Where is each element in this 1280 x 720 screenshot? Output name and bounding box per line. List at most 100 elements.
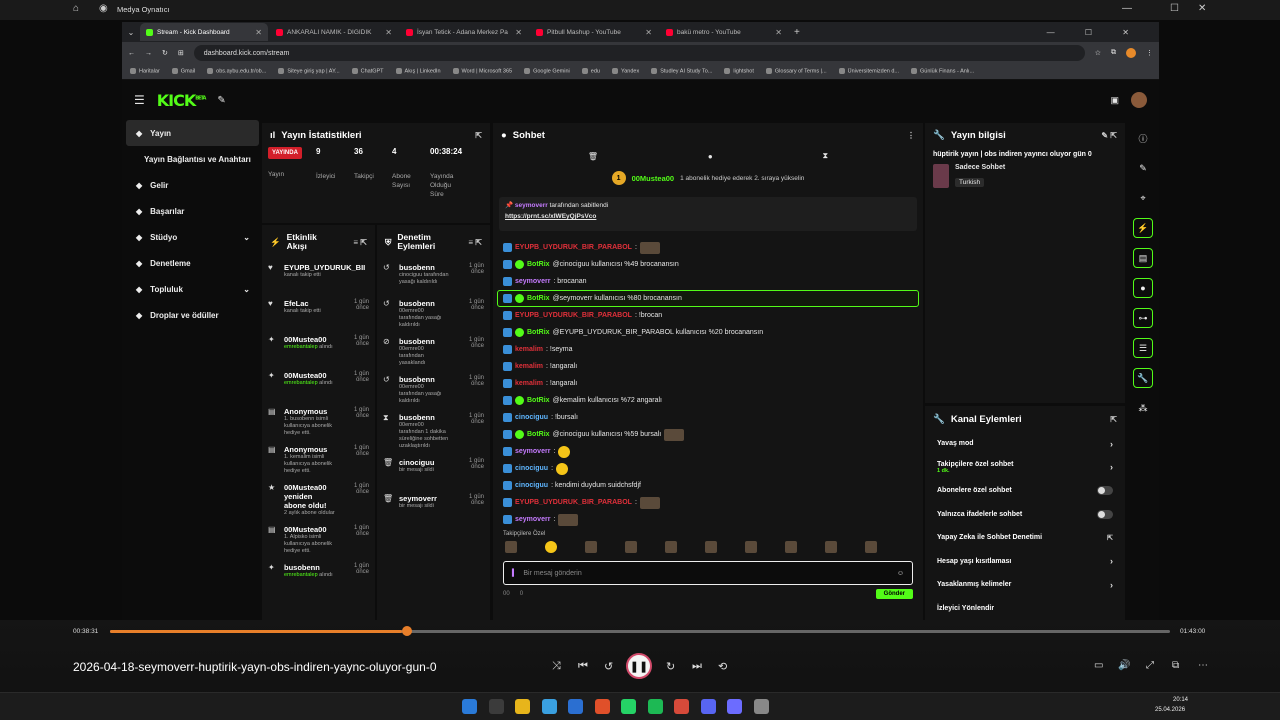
browser-tab[interactable]: bakü metro - YouTube ✕ <box>660 23 788 41</box>
sidebar-item[interactable]: ◆ Yayın <box>126 120 259 146</box>
bookmark-item[interactable]: Word | Microsoft 365 <box>453 68 513 75</box>
menu-icon[interactable]: ⋮ <box>1146 49 1153 57</box>
back-icon[interactable]: ← <box>128 50 135 57</box>
bookmark-item[interactable]: obs.aybu.edu.tr/ob... <box>207 68 266 75</box>
chat-username[interactable]: seymoverr <box>515 278 550 285</box>
bookmark-item[interactable]: edu <box>582 68 600 75</box>
tools-icon[interactable]: ✎ <box>217 95 225 106</box>
chat-username[interactable]: kemalim <box>515 346 543 353</box>
chat-message[interactable]: seymoverr: brocanan <box>493 273 923 290</box>
trash-icon[interactable]: 🗑 <box>588 152 598 161</box>
taskbar-app-icon[interactable] <box>674 699 689 714</box>
hourglass-icon[interactable]: ⧗ <box>822 151 828 161</box>
browser-tab[interactable]: İsyan Tetick - Adana Merkez Pa ✕ <box>400 23 528 41</box>
toggle-switch[interactable] <box>1097 486 1113 496</box>
seek-bar[interactable] <box>110 626 1170 636</box>
next-icon[interactable]: ⏭ <box>692 660 702 673</box>
url-field[interactable]: dashboard.kick.com/stream <box>193 45 1085 61</box>
moderation-user[interactable]: seymoverr <box>399 494 450 503</box>
captions-icon[interactable]: ▭ <box>1094 660 1103 671</box>
activity-user[interactable]: emrebantalep <box>284 572 318 578</box>
tab-close-icon[interactable]: ✕ <box>385 28 392 37</box>
link-icon[interactable]: ⊶ <box>1133 308 1153 328</box>
sidebar-item[interactable]: ◆ Droplar ve ödüller <box>122 302 260 328</box>
taskbar-app-icon[interactable] <box>594 699 610 714</box>
category-name[interactable]: Sadece Sohbet <box>955 164 1005 171</box>
chat-username[interactable]: BotRix <box>527 397 550 404</box>
chat-bubble-icon[interactable]: ● <box>708 152 713 161</box>
list-icon[interactable]: ☰ <box>1133 338 1153 358</box>
chat-message[interactable]: seymoverr: <box>493 511 923 528</box>
tab-close-icon[interactable]: ✕ <box>645 28 652 37</box>
taskbar-app-icon[interactable] <box>621 699 636 714</box>
more-icon[interactable]: ⋯ <box>1198 660 1208 671</box>
chat-message[interactable]: kemalim: !seyma <box>493 341 923 358</box>
close-icon[interactable]: ✕ <box>1198 3 1206 14</box>
seek-knob[interactable] <box>401 626 412 636</box>
activity-user[interactable]: emrebantalep <box>284 344 318 350</box>
kick-logo[interactable]: KICKBETA <box>157 91 207 110</box>
chat-username[interactable]: kemalim <box>515 380 543 387</box>
chat-message[interactable]: cinociguu: kendimi duydum suidchsfdjf <box>493 477 923 494</box>
activity-user[interactable]: emrebantalep <box>284 380 318 386</box>
channel-action[interactable]: Yasaklanmış kelimeler › <box>925 573 1125 597</box>
chat-rail-icon[interactable]: ● <box>1133 278 1153 298</box>
popout-icon[interactable]: ⇱ <box>1110 415 1117 424</box>
maximize-icon[interactable]: ☐ <box>1170 3 1179 14</box>
activity-name[interactable]: Anonymous <box>284 407 335 416</box>
pencil-icon[interactable]: ✎ <box>1133 158 1153 178</box>
avatar[interactable] <box>1131 92 1147 108</box>
toggle-switch[interactable] <box>1097 509 1113 519</box>
chat-menu-icon[interactable]: ⋮ <box>907 131 915 140</box>
bookmark-item[interactable]: Haritalar <box>130 68 160 75</box>
chat-username[interactable]: BotRix <box>527 261 550 268</box>
fullscreen-icon[interactable]: ⤢ <box>1146 660 1154 671</box>
info-icon[interactable]: ⓘ <box>1133 128 1153 148</box>
chat-message[interactable]: kemalim: !angaralı <box>493 375 923 392</box>
chat-username[interactable]: cinociguu <box>515 465 548 472</box>
chat-username[interactable]: EYUPB_UYDURUK_BIR_PARABOL <box>515 499 632 506</box>
chat-username[interactable]: EYUPB_UYDURUK_BIR_PARABOL <box>515 312 632 319</box>
chat-username[interactable]: seymoverr <box>515 516 550 523</box>
bookmark-item[interactable]: Gmail <box>172 68 195 75</box>
channel-action[interactable]: Takipçilere özel sohbet 1 dk. › <box>925 456 1125 480</box>
filter-icon[interactable]: ≡ ⇱ <box>468 238 482 247</box>
moderation-user[interactable]: busobenn <box>399 413 450 422</box>
activity-name[interactable]: 00Mustea00 <box>284 335 335 344</box>
sidebar-item[interactable]: Yayın Bağlantısı ve Anahtarı <box>122 146 260 172</box>
repeat-icon[interactable]: ⟲ <box>718 660 727 673</box>
moderation-user[interactable]: busobenn <box>399 299 450 308</box>
moderation-user[interactable]: cinociguu <box>399 458 450 467</box>
moderation-user[interactable]: busobenn <box>399 263 450 272</box>
pinned-message[interactable]: 📌 seymoverr tarafından sabitlendi https:… <box>499 197 917 231</box>
channel-action[interactable]: Yalnızca ifadelerle sohbet <box>925 503 1125 527</box>
chat-message[interactable]: BotRix @kemalim kullanıcısı %72 angaralı <box>493 392 923 409</box>
activity-name[interactable]: 00Mustea00 <box>284 525 335 534</box>
browser-tab[interactable]: Pitbull Mashup - YouTube ✕ <box>530 23 658 41</box>
taskbar-app-icon[interactable] <box>753 699 769 714</box>
chat-username[interactable]: BotRix <box>527 431 550 438</box>
chat-message[interactable]: EYUPB_UYDURUK_BIR_PARABOL: <box>493 494 923 511</box>
stats-icon[interactable]: ▤ <box>1133 248 1153 268</box>
chat-message[interactable]: seymoverr: <box>493 443 923 460</box>
moderation-user[interactable]: busobenn <box>399 375 450 384</box>
wrench-rail-icon[interactable]: 🔧 <box>1133 368 1153 388</box>
chat-username[interactable]: seymoverr <box>515 448 550 455</box>
volume-icon[interactable]: 🔊 <box>1118 660 1130 671</box>
previous-icon[interactable]: ⏮ <box>578 660 588 673</box>
channel-action[interactable]: Abonelere özel sohbet <box>925 479 1125 503</box>
forward-icon[interactable]: → <box>145 50 152 57</box>
tab-close-icon[interactable]: ✕ <box>775 28 782 37</box>
moderation-user[interactable]: busobenn <box>399 337 450 346</box>
bookmark-item[interactable]: Yandex <box>612 68 639 75</box>
tab-close-icon[interactable]: ✕ <box>255 28 262 37</box>
star-icon[interactable]: ☆ <box>1095 49 1101 57</box>
emoji-picker-icon[interactable]: ☺ <box>897 570 904 577</box>
bolt-icon[interactable]: ⚡ <box>1133 218 1153 238</box>
bookmark-item[interactable]: Akış | LinkedIn <box>396 68 441 75</box>
chat-input[interactable]: ▍ Bir mesaj gönderin ☺ <box>503 561 913 585</box>
bookmark-item[interactable]: ChatGPT <box>352 68 384 75</box>
tab-search-icon[interactable]: ⌄ <box>122 28 140 37</box>
browser-tab[interactable]: ANKARALI NAMIK - DIGIDIK ✕ <box>270 23 398 41</box>
hamburger-icon[interactable]: ☰ <box>134 93 145 107</box>
